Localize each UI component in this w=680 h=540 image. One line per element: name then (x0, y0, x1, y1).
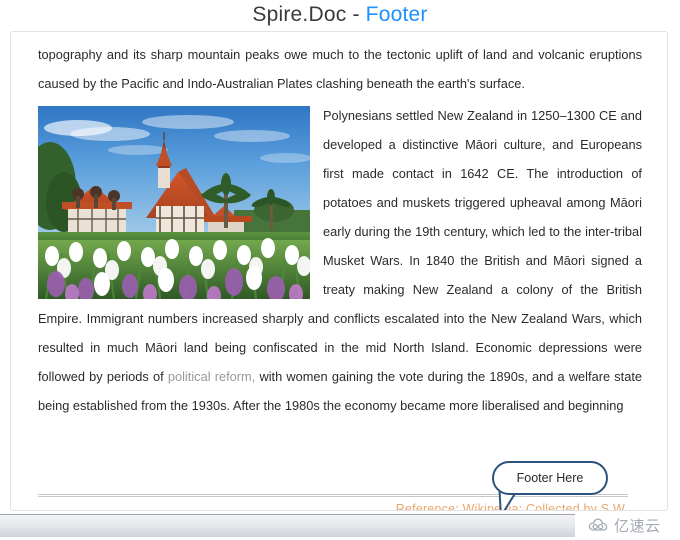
cloud-icon (588, 518, 608, 531)
watermark-text: 亿速云 (614, 516, 661, 535)
document-page[interactable]: topography and its sharp mountain peaks … (10, 31, 668, 511)
watermark: 亿速云 (588, 512, 674, 538)
status-bar (0, 514, 575, 537)
document-image-rotorua (38, 106, 310, 299)
callout-footer-here[interactable]: Footer Here (492, 461, 608, 495)
paragraph-intro: topography and its sharp mountain peaks … (38, 47, 642, 91)
callout-label: Footer Here (516, 471, 584, 485)
page-title-section: Footer (365, 3, 428, 26)
page-title-product: Spire.Doc - (252, 3, 366, 26)
paragraph-body-highlight: political reform, (167, 369, 256, 384)
page-title: Spire.Doc - Footer (0, 0, 680, 30)
document-body: topography and its sharp mountain peaks … (38, 40, 642, 502)
document-footer-text: Reference: Wikipedia; Collected by S.W. (395, 502, 628, 511)
rotorua-photo-illustration (38, 106, 310, 299)
